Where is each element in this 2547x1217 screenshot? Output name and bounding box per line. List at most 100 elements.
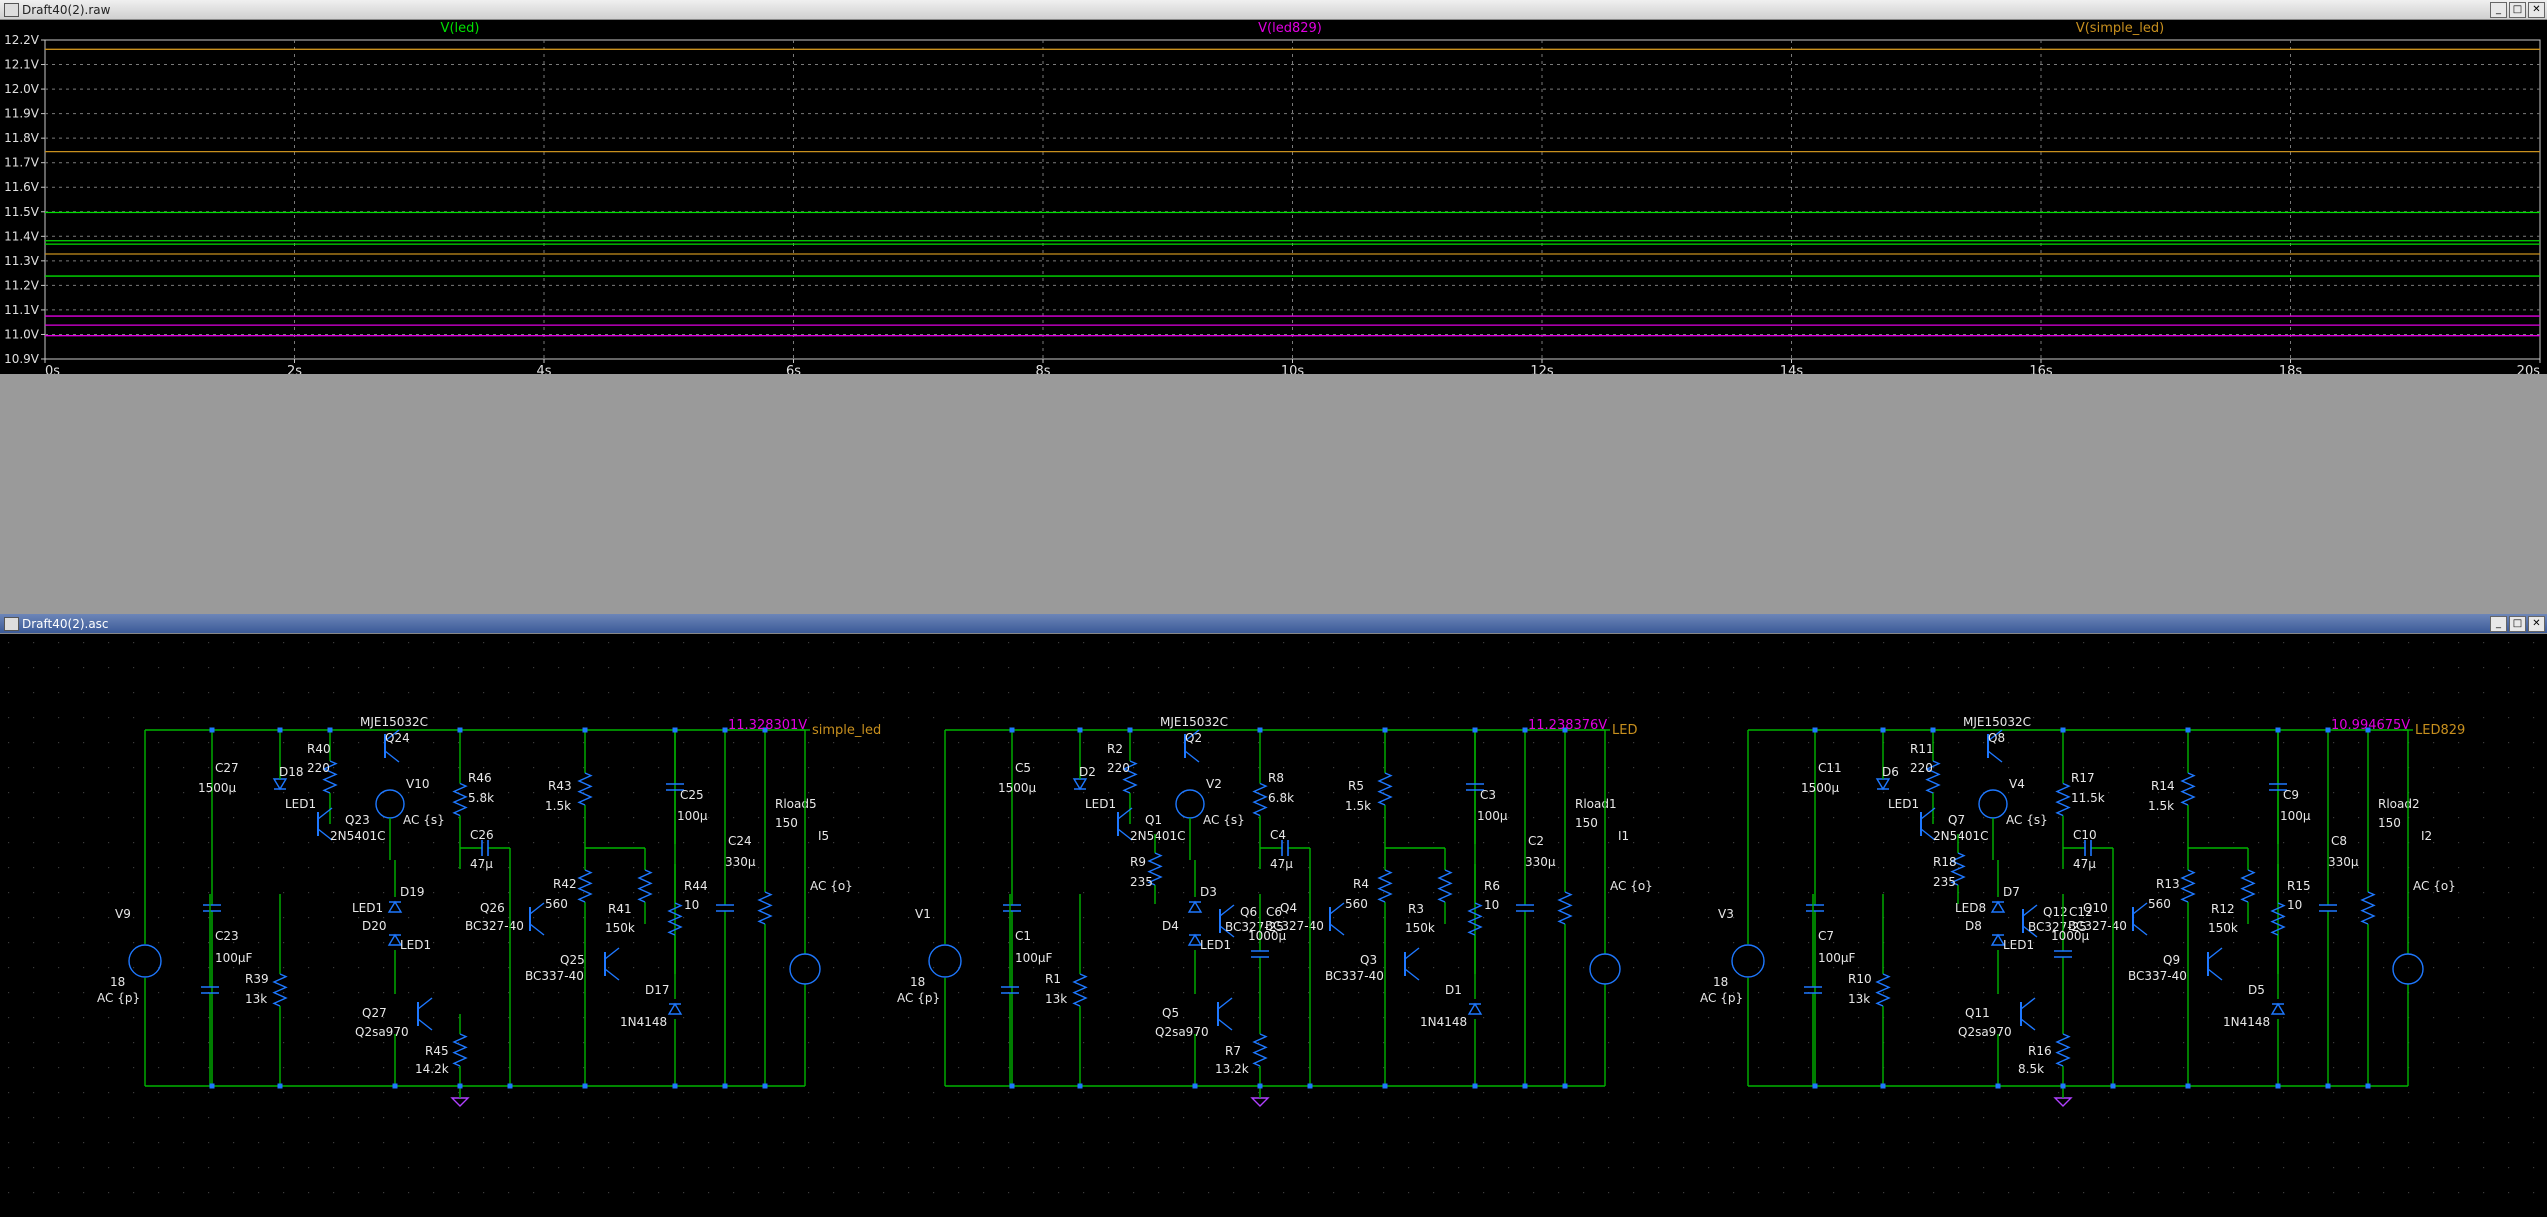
resistor-value: 13k	[1045, 992, 1067, 1006]
grid-dot	[1908, 692, 1910, 694]
grid-dot	[1558, 1092, 1560, 1094]
ground-symbol	[1250, 1097, 1270, 1107]
grid-dot	[383, 642, 385, 644]
grid-dot	[1708, 1167, 1710, 1169]
grid-dot	[2108, 1092, 2110, 1094]
grid-dot	[1808, 817, 1810, 819]
grid-dot	[1158, 1042, 1160, 1044]
grid-dot	[83, 692, 85, 694]
junction	[507, 1083, 513, 1089]
grid-dot	[2358, 642, 2360, 644]
minimize-button[interactable]: _	[2490, 616, 2507, 632]
grid-dot	[308, 642, 310, 644]
grid-dot	[133, 1142, 135, 1144]
maximize-button[interactable]: □	[2509, 616, 2526, 632]
resistor-value: 150k	[1405, 921, 1435, 935]
grid-dot	[408, 1042, 410, 1044]
grid-dot	[2358, 1092, 2360, 1094]
grid-dot	[2483, 742, 2485, 744]
grid-dot	[2208, 842, 2210, 844]
grid-dot	[958, 1067, 960, 1069]
grid-dot	[458, 767, 460, 769]
grid-dot	[958, 942, 960, 944]
grid-dot	[1683, 767, 1685, 769]
schematic-title-bar[interactable]: Draft40(2).asc _ □ ✕	[0, 614, 2547, 634]
grid-dot	[2458, 892, 2460, 894]
grid-dot	[383, 1042, 385, 1044]
grid-dot	[2008, 1092, 2010, 1094]
grid-dot	[1258, 717, 1260, 719]
grid-dot	[1308, 867, 1310, 869]
schematic-canvas[interactable]: V918AC {p}C271500µC23100µFD18LED1R40220R…	[0, 634, 2547, 1217]
grid-dot	[2233, 642, 2235, 644]
grid-dot	[283, 817, 285, 819]
grid-dot	[708, 967, 710, 969]
grid-dot	[1783, 792, 1785, 794]
transistor-main-emitter	[1184, 750, 1200, 763]
grid-dot	[1008, 917, 1010, 919]
grid-dot	[2208, 817, 2210, 819]
grid-dot	[233, 967, 235, 969]
grid-dot	[1908, 817, 1910, 819]
signal-source-symbol	[375, 789, 405, 819]
grid-dot	[2283, 642, 2285, 644]
grid-dot	[1883, 892, 1885, 894]
close-button[interactable]: ✕	[2528, 2, 2545, 18]
circuit-1[interactable]: V918AC {p}C271500µC23100µFD18LED1R40220R…	[97, 715, 881, 1107]
grid-dot	[83, 892, 85, 894]
transistor-name: Q3	[1360, 953, 1377, 967]
grid-dot	[2283, 667, 2285, 669]
grid-dot	[1933, 667, 1935, 669]
grid-dot	[1658, 942, 1660, 944]
grid-dot	[283, 1067, 285, 1069]
grid-dot	[2308, 1067, 2310, 1069]
grid-dot	[2083, 1117, 2085, 1119]
grid-dot	[308, 717, 310, 719]
waveform-plot[interactable]: V(led) V(led829) V(simple_led) 0s 2s 4s 6s 8…	[0, 20, 2547, 374]
grid-dot	[1508, 892, 1510, 894]
grid-dot	[383, 1142, 385, 1144]
grid-dot	[2283, 692, 2285, 694]
grid-dot	[1533, 642, 1535, 644]
grid-dot	[308, 1042, 310, 1044]
grid-dot	[1108, 942, 1110, 944]
grid-dot	[458, 692, 460, 694]
grid-dot	[1958, 1192, 1960, 1194]
grid-dot	[2208, 767, 2210, 769]
grid-dot	[2008, 1017, 2010, 1019]
grid-dot	[808, 842, 810, 844]
grid-dot	[683, 717, 685, 719]
grid-dot	[2358, 1042, 2360, 1044]
grid-dot	[1983, 1142, 1985, 1144]
close-button[interactable]: ✕	[2528, 616, 2545, 632]
grid-dot	[1633, 842, 1635, 844]
grid-dot	[658, 817, 660, 819]
y-tick-label: 10.9V	[4, 352, 40, 366]
grid-dot	[1708, 642, 1710, 644]
resistor-value: 13k	[1848, 992, 1870, 1006]
grid-dot	[958, 817, 960, 819]
waveform-title-bar[interactable]: Draft40(2).raw _ □ ✕	[0, 0, 2547, 20]
grid-dot	[983, 1067, 985, 1069]
trace-label-led[interactable]: V(led)	[441, 21, 480, 36]
grid-dot	[2283, 967, 2285, 969]
grid-dot	[883, 1042, 885, 1044]
trace-label-led829[interactable]: V(led829)	[1258, 21, 1322, 36]
circuit-2[interactable]: V118AC {p}C51500µC1100µFD2LED1R2220R113k…	[897, 715, 1653, 1107]
grid-dot	[208, 817, 210, 819]
grid-dot	[833, 1067, 835, 1069]
circuit-3[interactable]: V318AC {p}C111500µC7100µFD6LED1R11220R10…	[1700, 715, 2465, 1107]
grid-dot	[1208, 1167, 1210, 1169]
net-label: LED829	[2415, 723, 2465, 738]
grid-dot	[1008, 667, 1010, 669]
grid-dot	[1608, 992, 1610, 994]
grid-dot	[2158, 667, 2160, 669]
trace-label-simple-led[interactable]: V(simple_led)	[2076, 21, 2164, 36]
maximize-button[interactable]: □	[2509, 2, 2526, 18]
grid-dot	[783, 992, 785, 994]
junction	[1995, 1083, 2001, 1089]
minimize-button[interactable]: _	[2490, 2, 2507, 18]
grid-dot	[2533, 667, 2535, 669]
grid-dot	[2458, 642, 2460, 644]
grid-dot	[2033, 642, 2035, 644]
